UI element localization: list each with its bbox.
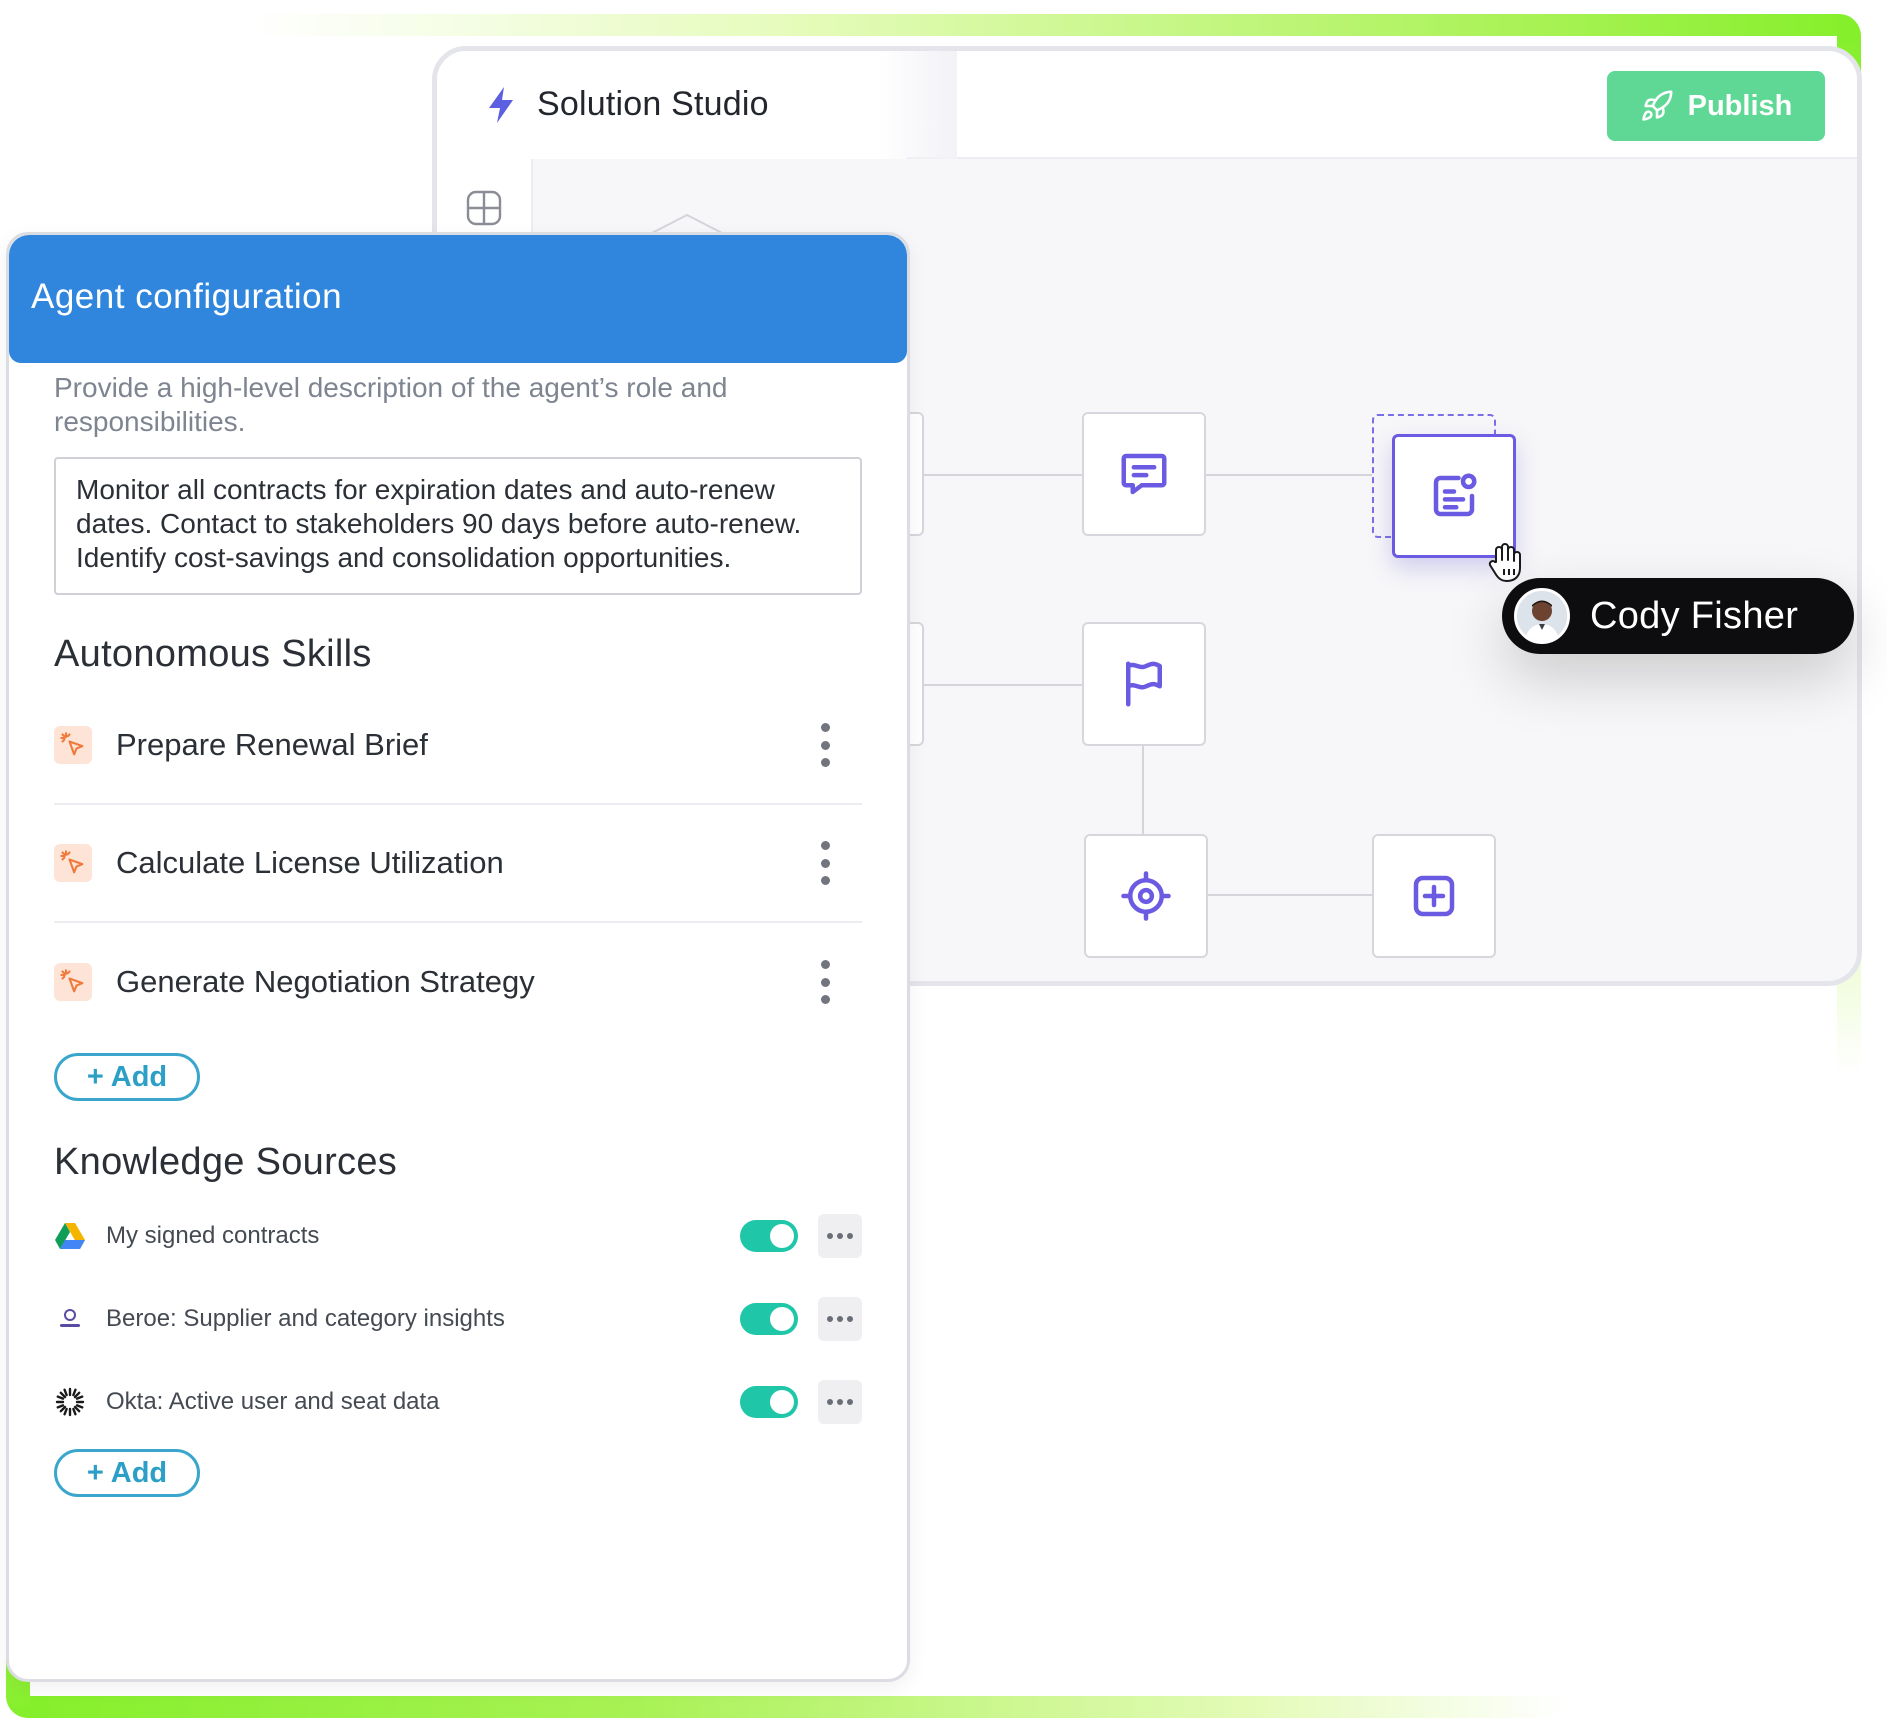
- grab-hand-cursor-icon: [1488, 543, 1521, 582]
- connector-line: [900, 474, 1084, 476]
- crosshair-target-icon: [1121, 871, 1171, 921]
- panel-header: Agent configuration: [9, 235, 907, 363]
- flow-node-add[interactable]: [1372, 834, 1496, 958]
- google-drive-icon: [54, 1220, 86, 1252]
- skill-label: Generate Negotiation Strategy: [116, 964, 535, 999]
- connector-line: [1142, 746, 1144, 834]
- form-note-icon: [1433, 473, 1477, 517]
- layout-grid-icon[interactable]: [465, 189, 503, 227]
- plus-square-icon: [1413, 875, 1455, 917]
- kebab-menu-icon[interactable]: [810, 841, 840, 885]
- skill-item[interactable]: Calculate License Utilization: [54, 805, 862, 923]
- add-knowledge-source-button[interactable]: + Add: [54, 1449, 200, 1497]
- rocket-icon: [1641, 90, 1673, 121]
- studio-header: Solution Studio Publish: [437, 51, 1857, 159]
- knowledge-source-item: My signed contracts: [54, 1213, 862, 1259]
- skill-label: Calculate License Utilization: [116, 845, 504, 880]
- publish-button[interactable]: Publish: [1607, 71, 1825, 141]
- knowledge-source-label: Beroe: Supplier and category insights: [106, 1305, 505, 1332]
- sparkle-cursor-icon: [54, 844, 92, 882]
- flow-node-message[interactable]: [1082, 412, 1206, 536]
- kebab-menu-icon[interactable]: [810, 960, 840, 1004]
- knowledge-source-item: Beroe: Supplier and category insights: [54, 1296, 862, 1342]
- knowledge-source-toggle[interactable]: [740, 1220, 798, 1252]
- flow-node-target[interactable]: [1084, 834, 1208, 958]
- knowledge-section-title: Knowledge Sources: [54, 1141, 398, 1183]
- knowledge-source-toggle[interactable]: [740, 1303, 798, 1335]
- more-options-icon[interactable]: [818, 1380, 862, 1424]
- more-options-icon[interactable]: [818, 1214, 862, 1258]
- panel-title: Agent configuration: [31, 277, 343, 316]
- agent-configuration-panel: Agent configuration Provide a high-level…: [6, 232, 910, 1682]
- okta-logo-icon: [54, 1386, 86, 1418]
- description-textarea[interactable]: Monitor all contracts for expiration dat…: [54, 457, 862, 595]
- connector-line: [900, 684, 1084, 686]
- decorative-frame-top: [250, 14, 1861, 36]
- knowledge-source-label: My signed contracts: [106, 1222, 320, 1249]
- connector-line: [1208, 894, 1372, 896]
- skills-section-title: Autonomous Skills: [54, 633, 372, 675]
- avatar: [1514, 588, 1570, 644]
- publish-label: Publish: [1687, 89, 1793, 122]
- studio-title-tab: Solution Studio: [437, 51, 907, 159]
- add-skill-button[interactable]: + Add: [54, 1053, 200, 1101]
- knowledge-source-toggle[interactable]: [740, 1386, 798, 1418]
- skill-item[interactable]: Generate Negotiation Strategy: [54, 923, 862, 1041]
- description-hint: Provide a high-level description of the …: [54, 372, 728, 437]
- beroe-logo-icon: [54, 1303, 86, 1335]
- collaborator-tag: Cody Fisher: [1502, 578, 1854, 654]
- kebab-menu-icon[interactable]: [810, 723, 840, 767]
- collaborator-name: Cody Fisher: [1590, 594, 1799, 637]
- decorative-frame-bottom: [6, 1696, 1566, 1718]
- knowledge-source-label: Okta: Active user and seat data: [106, 1388, 440, 1415]
- lightning-bolt-icon: [489, 87, 513, 123]
- more-options-icon[interactable]: [818, 1297, 862, 1341]
- flow-node-flag[interactable]: [1082, 622, 1206, 746]
- knowledge-source-item: Okta: Active user and seat data: [54, 1379, 862, 1425]
- sparkle-cursor-icon: [54, 726, 92, 764]
- app-title: Solution Studio: [537, 85, 769, 123]
- sparkle-cursor-icon: [54, 963, 92, 1001]
- skill-label: Prepare Renewal Brief: [116, 727, 428, 762]
- flag-icon: [1126, 661, 1162, 707]
- connector-line: [1206, 474, 1372, 476]
- skill-item[interactable]: Prepare Renewal Brief: [54, 687, 862, 805]
- header-tab-shade: [877, 51, 957, 159]
- chat-bubble-icon: [1121, 453, 1167, 495]
